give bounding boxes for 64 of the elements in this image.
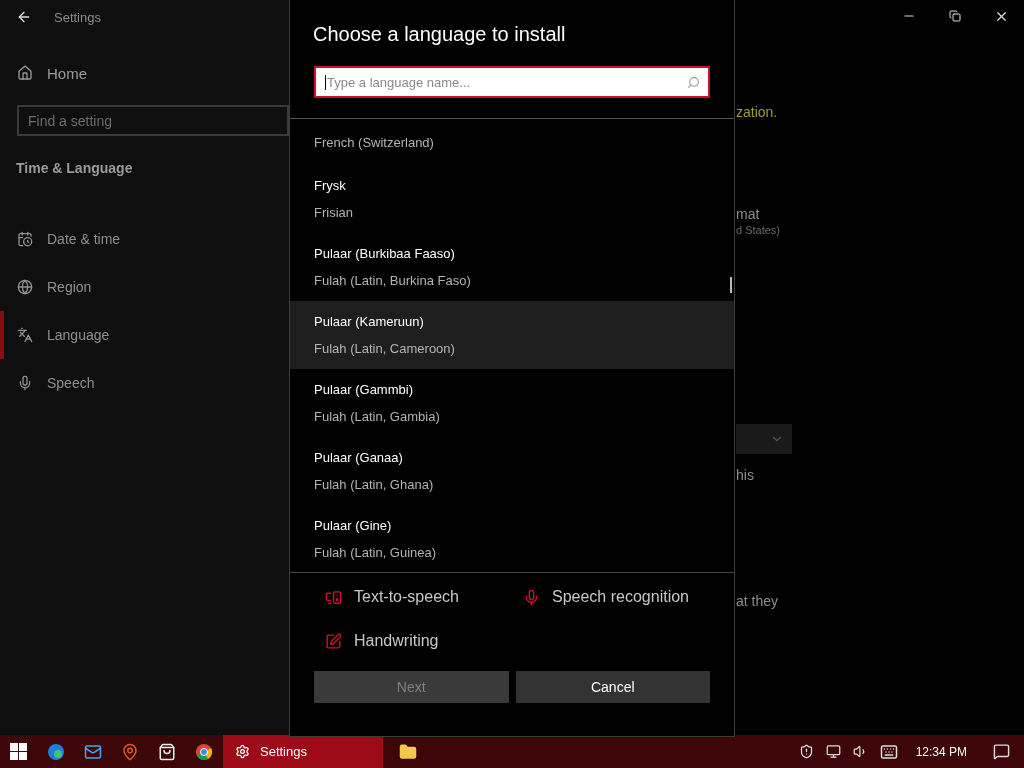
language-english-name: Fulah (Latin, Ghana) [314,477,434,492]
mail-icon[interactable] [83,742,102,761]
feature-label: Text-to-speech [354,588,459,606]
setting-text: d States) [736,224,782,236]
language-english-name: Fulah (Latin, Guinea) [314,545,437,560]
link[interactable]: zation. [736,104,792,120]
setting-text: mat [736,206,761,222]
globe-icon [17,279,33,295]
language-option[interactable]: Pulaar (Gine) Fulah (Latin, Guinea) [290,505,734,572]
microphone-icon [523,588,540,606]
scrollbar-thumb[interactable] [730,277,732,293]
feature-label: Handwriting [354,632,439,650]
shield-icon[interactable] [798,744,814,759]
microphone-icon [17,375,33,391]
taskbar-app-button[interactable]: Settings [223,735,383,768]
nav-item[interactable]: Speech [0,359,289,407]
setting-text: his [736,467,755,483]
language-name: Pulaar (Gammbi) [314,382,413,397]
language-name: Pulaar (Kameruun) [314,314,424,329]
language-english-name: Frisian [314,205,353,220]
calendar-icon [17,231,33,247]
back-arrow-icon[interactable] [16,9,32,25]
notification-icon[interactable] [993,743,1010,760]
pen-icon [325,632,342,650]
language-english-name: Fulah (Latin, Burkina Faso) [314,273,471,288]
language-english-name: Fulah (Latin, Cameroon) [314,341,455,356]
language-option[interactable]: Pulaar (Burkibaa Faaso) Fulah (Latin, Burkina Faso) [290,233,734,301]
setting-text: at they [736,593,780,609]
folder-icon[interactable] [398,742,417,761]
language-english-name: French (Switzerland) [314,134,434,150]
language-english-name: Fulah (Latin, Gambia) [314,409,440,424]
network-icon[interactable] [825,744,841,759]
search-field[interactable]: Find a setting [17,105,289,136]
language-option[interactable]: Frysk Frisian [290,165,734,233]
section-heading: Time & Language [16,159,134,178]
store-icon[interactable] [157,742,176,761]
gear-icon [235,744,250,759]
feature-label: Speech recognition [552,588,689,606]
language-option[interactable]: Pulaar (Kameruun) Fulah (Latin, Cameroon) [290,301,734,369]
window-title: Settings [54,9,101,25]
dialog-title: Choose a language to install [313,23,567,47]
monitor-speech-icon [325,588,342,606]
restore-icon[interactable] [949,10,961,22]
nav-item[interactable]: Region [0,263,289,311]
dialog-button[interactable]: Cancel [515,671,710,703]
windows-icon[interactable] [10,743,27,760]
language-icon [17,327,33,343]
map-pin-icon[interactable] [120,742,139,761]
language-search-field[interactable]: Type a language name... [314,66,710,98]
language-name: Pulaar (Gine) [314,518,392,533]
browser-icon[interactable] [194,742,213,761]
language-option[interactable]: Pulaar (Ganaa) Fulah (Latin, Ghana) [290,437,734,505]
language-name: Pulaar (Burkibaa Faaso) [314,246,455,261]
language-option[interactable]: French (Switzerland) [290,119,734,165]
clock[interactable]: 12:34 PM [915,744,967,759]
language-name: Frysk [314,178,346,193]
browser-icon[interactable] [46,742,65,761]
nav-item[interactable]: Date & time [0,215,289,263]
language-option[interactable]: Pulaar (Gammbi) Fulah (Latin, Gambia) [290,369,734,437]
language-name: Pulaar (Ganaa) [314,450,403,465]
keyboard-icon[interactable] [879,742,898,761]
home-link[interactable]: Home [0,55,289,91]
search-icon [687,75,700,89]
home-icon [17,65,33,81]
